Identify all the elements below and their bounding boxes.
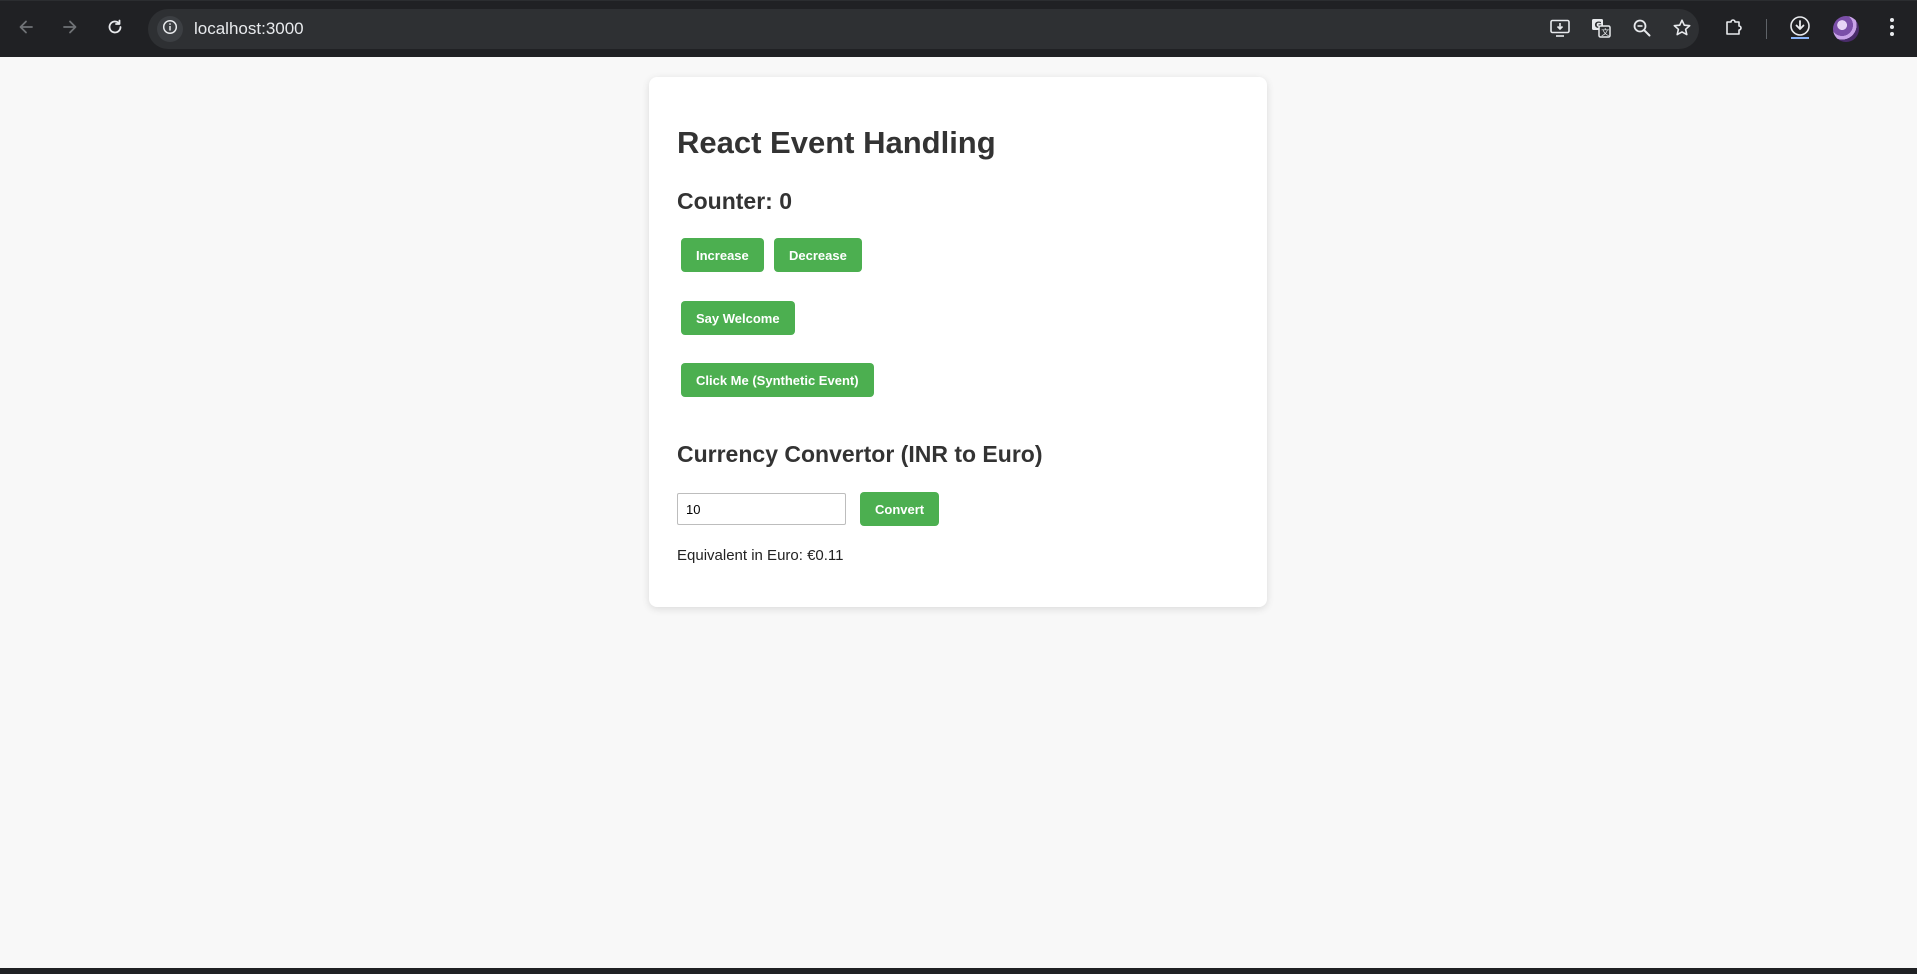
url-text[interactable]: localhost:3000: [194, 19, 304, 39]
app-card: React Event Handling Counter: 0 Increase…: [649, 77, 1267, 607]
increase-button[interactable]: Increase: [681, 238, 764, 272]
zoom-button[interactable]: [1630, 18, 1654, 42]
kebab-menu-icon: [1889, 17, 1895, 42]
bookmark-button[interactable]: [1670, 18, 1694, 42]
browser-menu-button[interactable]: [1878, 15, 1906, 43]
toolbar-divider: [1766, 19, 1767, 39]
decrease-button[interactable]: Decrease: [774, 238, 862, 272]
profile-avatar[interactable]: [1833, 16, 1859, 42]
translate-icon: G文: [1590, 17, 1612, 44]
forward-button[interactable]: [55, 14, 85, 44]
taskbar-edge: [0, 968, 1917, 974]
site-info-button[interactable]: [157, 16, 183, 42]
star-icon: [1672, 18, 1692, 43]
install-app-icon: [1549, 17, 1571, 44]
info-icon: [162, 19, 178, 40]
download-icon: [1787, 14, 1813, 45]
conversion-result: Equivalent in Euro: €0.11: [677, 547, 844, 564]
reload-button[interactable]: [100, 14, 130, 44]
address-bar[interactable]: localhost:3000 G文: [148, 9, 1699, 49]
downloads-button[interactable]: [1786, 15, 1814, 43]
page-title: React Event Handling: [677, 125, 996, 160]
translate-button[interactable]: G文: [1589, 18, 1613, 42]
reload-icon: [106, 18, 124, 41]
back-button[interactable]: [11, 14, 41, 44]
convert-button[interactable]: Convert: [860, 492, 940, 526]
synthetic-event-button[interactable]: Click Me (Synthetic Event): [681, 363, 874, 397]
browser-toolbar: localhost:3000 G文: [0, 0, 1917, 57]
converter-title: Currency Convertor (INR to Euro): [677, 441, 1043, 467]
zoom-icon: [1632, 18, 1652, 43]
svg-text:文: 文: [1601, 27, 1609, 37]
install-app-button[interactable]: [1548, 18, 1572, 42]
amount-input[interactable]: [677, 493, 846, 525]
counter-label: Counter: 0: [677, 188, 792, 214]
arrow-left-icon: [17, 18, 35, 41]
arrow-right-icon: [61, 18, 79, 41]
extensions-button[interactable]: [1720, 15, 1748, 43]
say-welcome-button[interactable]: Say Welcome: [681, 301, 795, 335]
puzzle-icon: [1723, 16, 1745, 43]
